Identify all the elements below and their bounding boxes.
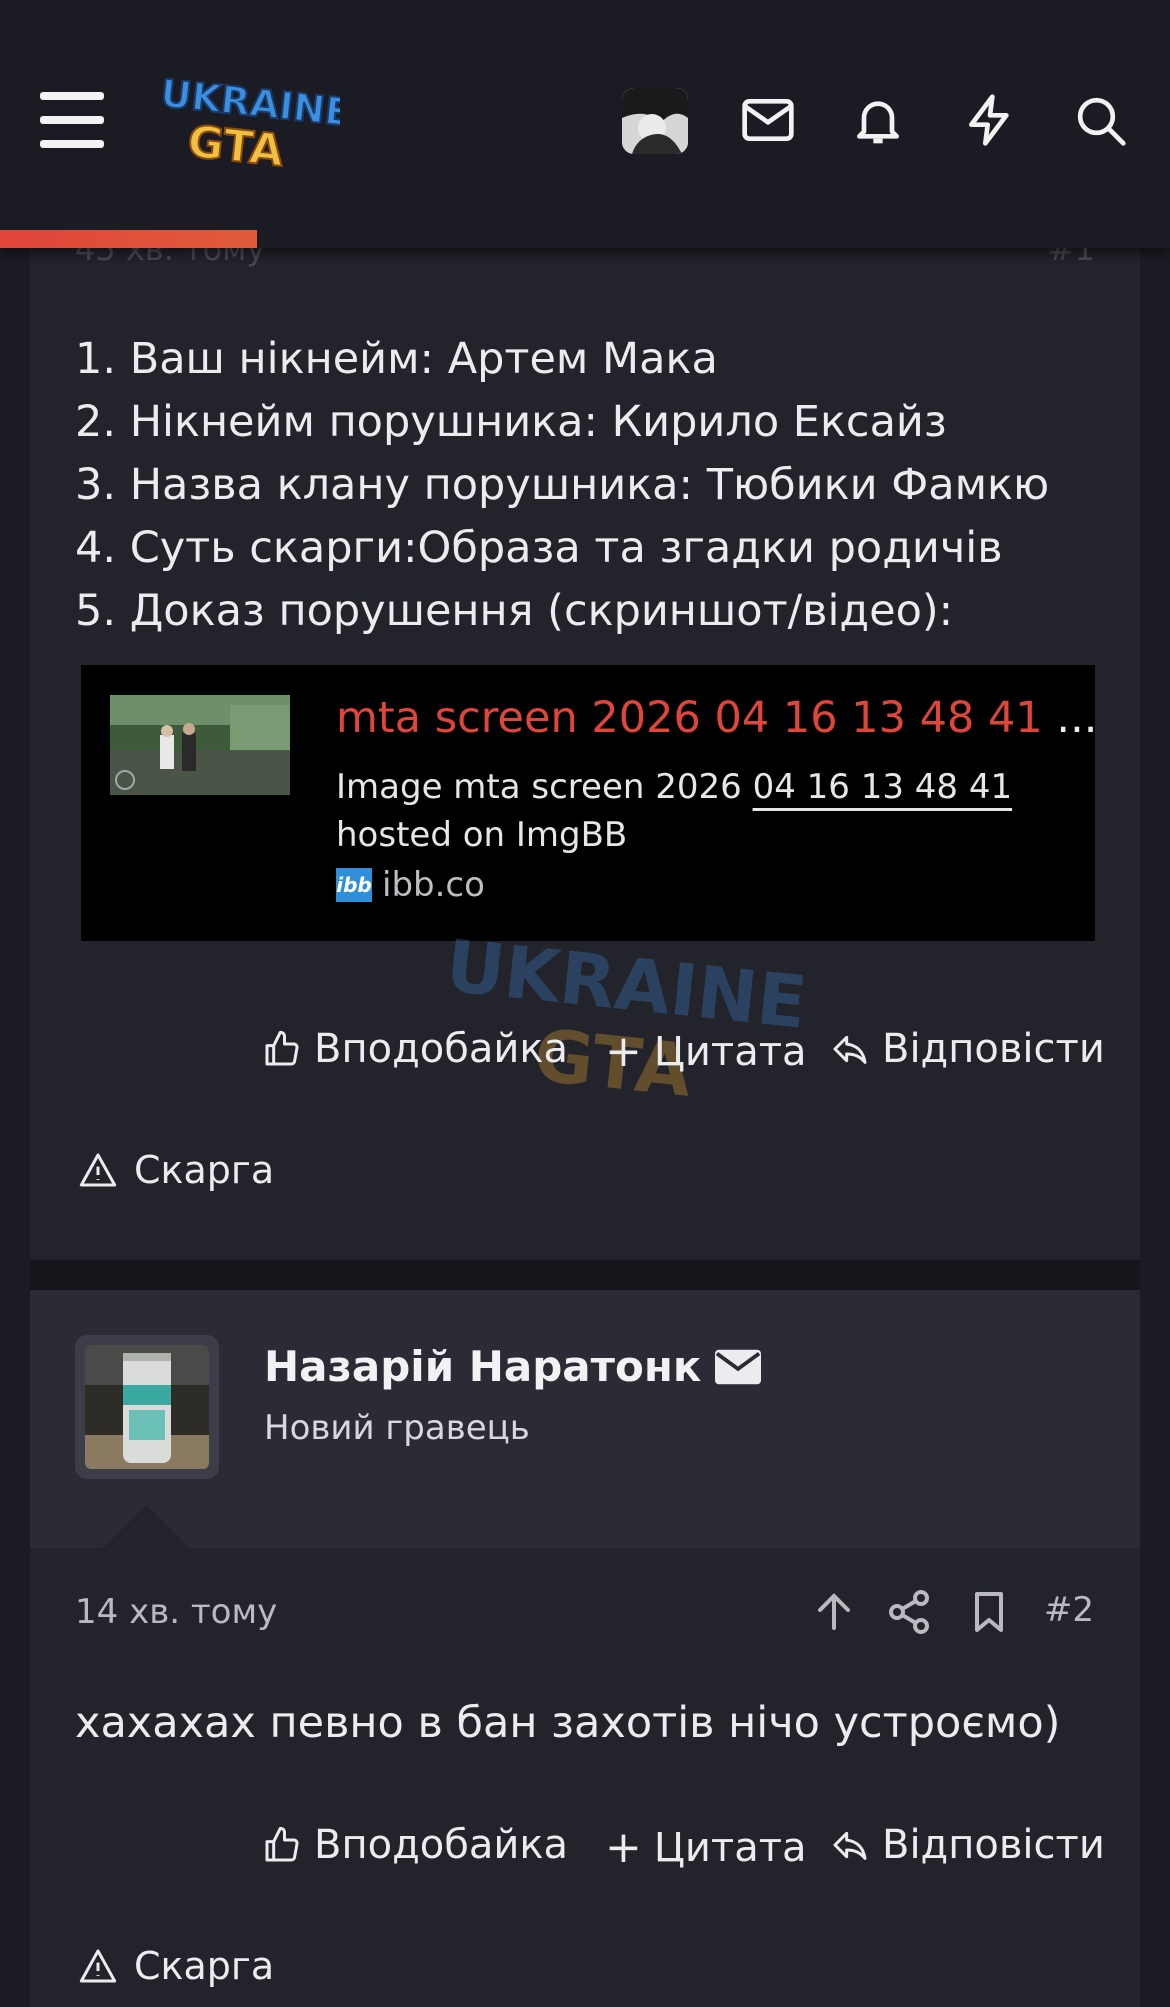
embed-desc-b: 04 16 13 48 41 [752, 767, 1013, 807]
reply-icon [833, 1035, 867, 1064]
search-icon[interactable] [1072, 92, 1128, 148]
like-button[interactable]: Вподобайка [262, 1822, 568, 1868]
reply-label: Відповісти [882, 1822, 1105, 1868]
reply-label: Відповісти [882, 1026, 1105, 1072]
user-block-pointer [102, 1505, 190, 1549]
embed-thumbnail[interactable] [110, 695, 290, 795]
report-label: Скарга [134, 1148, 275, 1192]
embed-description: Image mta screen 2026 04 16 13 48 41 hos… [336, 763, 1036, 859]
ibb-favicon-icon: ibb [336, 868, 372, 902]
post-2-user-block: Назарій Наратонк Новий гравець [30, 1290, 1140, 1549]
post-2-body: хахахах певно в бан захотів нічо устроєм… [75, 1698, 1061, 1748]
site-logo[interactable]: UKRAINE GTA [150, 70, 340, 180]
post-1-body: 1. Ваш нікнейм: Артем Мака 2. Нікнейм по… [75, 328, 1049, 643]
post-line: 1. Ваш нікнейм: Артем Мака [75, 334, 718, 384]
report-button[interactable]: Скарга [78, 1148, 274, 1192]
thumbs-up-icon [265, 1826, 299, 1862]
embed-desc-a: Image mta screen 2026 [336, 767, 753, 807]
quote-button[interactable]: + Цитата [605, 1822, 807, 1873]
embed-site-name[interactable]: ibb.co [382, 865, 485, 905]
quote-label: Цитата [653, 1028, 807, 1075]
reading-progress-bar [0, 230, 258, 248]
like-button[interactable]: Вподобайка [262, 1026, 568, 1072]
post-line: 5. Доказ порушення (скриншот/відео): [75, 586, 954, 636]
post-2-time[interactable]: 14 хв. тому [75, 1592, 277, 1632]
post-divider [30, 1260, 1140, 1290]
mail-icon[interactable] [740, 92, 796, 148]
hamburger-icon[interactable] [40, 92, 104, 148]
like-label: Вподобайка [314, 1026, 569, 1072]
bolt-icon[interactable] [962, 92, 1018, 148]
post-1: 45 хв. тому #1 1. Ваш нікнейм: Артем Мак… [30, 230, 1140, 1260]
username-text[interactable]: Назарій Наратонк [264, 1342, 701, 1391]
like-label: Вподобайка [314, 1822, 569, 1868]
share-icon[interactable] [885, 1588, 933, 1636]
user-avatar-header[interactable] [622, 88, 688, 154]
plus-icon: + [605, 1822, 642, 1873]
quote-label: Цитата [653, 1824, 807, 1871]
username[interactable]: Назарій Наратонк [264, 1342, 762, 1391]
post-2-actions: Вподобайка + Цитата Відповісти [30, 1822, 1140, 1882]
bell-icon[interactable] [850, 92, 906, 148]
warning-icon [79, 1153, 117, 1187]
report-button[interactable]: Скарга [78, 1944, 274, 1988]
report-label: Скарга [134, 1944, 275, 1988]
embed-desc-c: hosted on ImgBB [336, 815, 628, 855]
embed-title[interactable]: mta screen 2026 04 16 13 48 41 ... [336, 693, 1097, 743]
warning-icon [79, 1949, 117, 1983]
reply-button[interactable]: Відповісти [830, 1026, 1105, 1072]
reply-button[interactable]: Відповісти [830, 1822, 1105, 1868]
post-2: 14 хв. тому #2 хахахах певно в бан захот… [30, 1548, 1140, 2007]
embed-title-text[interactable]: mta screen 2026 04 16 13 48 41 [336, 693, 1043, 743]
post-line: 4. Суть скарги:Образа та згадки родичів [75, 523, 1003, 573]
thumbs-up-icon [265, 1030, 299, 1066]
post-line: 3. Назва клану порушника: Тюбики Фамкю [75, 460, 1050, 510]
bookmark-icon[interactable] [965, 1588, 1013, 1636]
user-avatar[interactable] [75, 1335, 219, 1479]
post-line: 2. Нікнейм порушника: Кирило Ексайз [75, 397, 947, 447]
top-header: UKRAINE GTA [0, 0, 1170, 248]
embed-title-ellipsis: ... [1056, 693, 1098, 743]
plus-icon: + [605, 1026, 642, 1077]
link-embed-card[interactable]: mta screen 2026 04 16 13 48 41 ... Image… [81, 665, 1097, 941]
user-title: Новий гравець [264, 1408, 530, 1448]
post-1-actions: Вподобайка + Цитата Відповісти [30, 1026, 1140, 1086]
embed-site[interactable]: ibb ibb.co [336, 865, 485, 905]
arrow-up-icon[interactable] [810, 1588, 858, 1636]
envelope-icon[interactable] [715, 1349, 762, 1385]
reply-icon [833, 1831, 867, 1860]
quote-button[interactable]: + Цитата [605, 1026, 807, 1077]
post-2-number[interactable]: #2 [1044, 1590, 1094, 1630]
svg-text:GTA: GTA [185, 116, 286, 177]
